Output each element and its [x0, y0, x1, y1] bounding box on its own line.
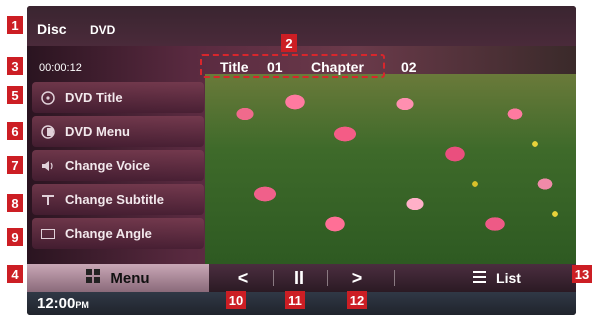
clock: 12:00PM: [37, 295, 89, 312]
list-label: List: [496, 270, 521, 286]
video-area[interactable]: [205, 74, 576, 264]
clock-suffix: PM: [75, 300, 89, 310]
marker-1: 1: [7, 16, 23, 34]
dvd-title-button[interactable]: DVD Title: [32, 82, 204, 113]
menu-label: Menu: [110, 269, 150, 287]
marker-6: 6: [7, 122, 23, 140]
disc-label: Disc: [37, 21, 67, 37]
grid-icon: [86, 269, 101, 287]
pause-button[interactable]: II: [279, 264, 319, 292]
marker-2: 2: [281, 34, 297, 52]
marker-13: 13: [572, 265, 592, 283]
menu-button[interactable]: Menu: [27, 264, 209, 292]
change-angle-button[interactable]: Change Angle: [32, 218, 204, 249]
elapsed-time: 00:00:12: [39, 62, 82, 74]
clock-time: 12:00: [37, 295, 76, 312]
chapter-number: 02: [401, 59, 417, 75]
disc-icon: [40, 90, 56, 105]
marker-8: 8: [7, 194, 23, 212]
marker-10: 10: [226, 291, 246, 309]
separator: [327, 270, 328, 286]
next-button[interactable]: >: [337, 264, 377, 292]
marker-4: 4: [7, 265, 23, 283]
list-button[interactable]: List: [447, 264, 547, 292]
speaker-icon: [40, 159, 56, 173]
disc-type: DVD: [90, 23, 116, 37]
marker-3: 3: [7, 57, 23, 75]
disc-menu-icon: [40, 124, 56, 139]
dvd-menu-label: DVD Menu: [65, 124, 130, 139]
list-icon: [473, 270, 487, 286]
text-icon: [40, 193, 56, 207]
title-number: 01: [267, 59, 283, 75]
dvd-player-screen: Disc DVD 00:00:12 Title 01 Chapter 02 DV…: [27, 6, 576, 315]
change-subtitle-label: Change Subtitle: [65, 192, 164, 207]
chapter-label: Chapter: [311, 59, 364, 75]
marker-5: 5: [7, 86, 23, 104]
previous-button[interactable]: <: [223, 264, 263, 292]
angle-icon: [40, 227, 56, 241]
change-voice-button[interactable]: Change Voice: [32, 150, 204, 181]
marker-7: 7: [7, 156, 23, 174]
change-voice-label: Change Voice: [65, 158, 151, 173]
dvd-menu-button[interactable]: DVD Menu: [32, 116, 204, 147]
marker-9: 9: [7, 228, 23, 246]
separator: [394, 270, 395, 286]
change-subtitle-button[interactable]: Change Subtitle: [32, 184, 204, 215]
separator: [273, 270, 274, 286]
marker-11: 11: [285, 291, 305, 309]
marker-12: 12: [347, 291, 367, 309]
title-label: Title: [220, 59, 249, 75]
dvd-title-label: DVD Title: [65, 90, 123, 105]
change-angle-label: Change Angle: [65, 226, 152, 241]
